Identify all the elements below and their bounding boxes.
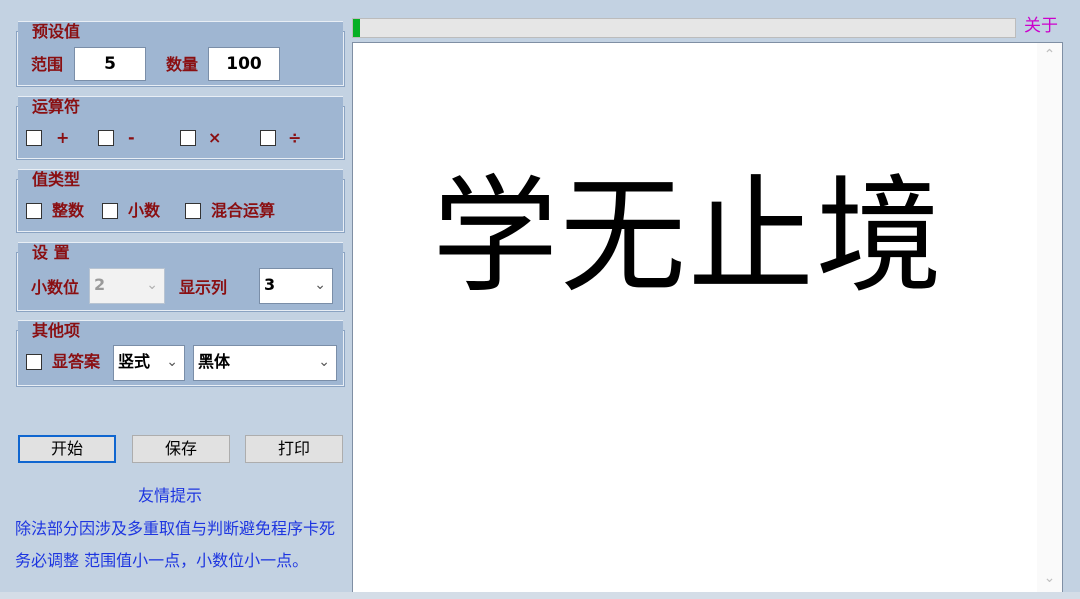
mixed-label: 混合运算: [211, 201, 276, 220]
show-answer-checkbox[interactable]: [26, 354, 42, 370]
chevron-down-icon: ⌄: [166, 354, 178, 370]
vertical-scrollbar[interactable]: ⌃ ⌄: [1037, 43, 1062, 592]
settings-group-title: 设 置: [28, 243, 74, 263]
integer-label: 整数: [52, 201, 85, 220]
range-input[interactable]: 5: [74, 47, 146, 81]
chevron-down-icon: ⌄: [146, 277, 158, 293]
presets-group-title: 预设值: [28, 22, 85, 42]
operator-plus-label: +: [56, 128, 70, 147]
operator-multiply-checkbox[interactable]: [180, 130, 196, 146]
chevron-down-icon: ⌄: [318, 354, 330, 370]
output-slogan: 学无止境: [432, 163, 944, 310]
range-label: 范围: [31, 55, 64, 74]
decimals-label: 小数位: [31, 278, 80, 297]
operator-minus-label: -: [128, 128, 135, 147]
scroll-up-arrow-icon[interactable]: ⌃: [1037, 47, 1062, 63]
print-button[interactable]: 打印: [245, 435, 343, 463]
save-button[interactable]: 保存: [132, 435, 230, 463]
chevron-down-icon: ⌄: [314, 277, 326, 293]
operator-multiply-label: ×: [208, 128, 222, 147]
progress-fill: [353, 19, 360, 37]
operator-plus-checkbox[interactable]: [26, 130, 42, 146]
decimal-checkbox[interactable]: [102, 203, 118, 219]
other-options-group-title: 其他项: [28, 321, 85, 341]
about-link[interactable]: 关于: [1024, 15, 1058, 37]
tips-title: 友情提示: [137, 486, 202, 505]
decimal-label: 小数: [128, 201, 161, 220]
font-select[interactable]: 黑体 ⌄: [193, 345, 337, 381]
font-value: 黑体: [198, 352, 231, 371]
layout-value: 竖式: [118, 352, 151, 371]
columns-select[interactable]: 3 ⌄: [259, 268, 333, 304]
count-label: 数量: [166, 55, 199, 74]
operator-divide-label: ÷: [288, 128, 302, 147]
operator-divide-checkbox[interactable]: [260, 130, 276, 146]
columns-label: 显示列: [179, 278, 228, 297]
value-type-group: 值类型 整数 小数 混合运算: [17, 169, 344, 232]
tips-line-2: 务必调整 范围值小一点，小数位小一点。: [15, 551, 309, 570]
integer-checkbox[interactable]: [26, 203, 42, 219]
presets-group: 预设值 范围 5 数量 100: [17, 21, 344, 86]
columns-value: 3: [264, 275, 276, 294]
start-button[interactable]: 开始: [18, 435, 116, 463]
show-answer-label: 显答案: [52, 352, 101, 371]
operators-group: 运算符 + - × ÷: [17, 96, 344, 159]
decimals-value: 2: [94, 275, 106, 294]
count-input[interactable]: 100: [208, 47, 280, 81]
settings-group: 设 置 小数位 2 ⌄ 显示列 3 ⌄: [17, 242, 344, 311]
mixed-checkbox[interactable]: [185, 203, 201, 219]
value-type-group-title: 值类型: [28, 170, 85, 190]
output-textarea[interactable]: ⌃ ⌄: [352, 42, 1063, 593]
scroll-down-arrow-icon[interactable]: ⌄: [1037, 570, 1062, 586]
decimals-select[interactable]: 2 ⌄: [89, 268, 165, 304]
operators-group-title: 运算符: [28, 97, 85, 117]
tips-line-1: 除法部分因涉及多重取值与判断避免程序卡死: [15, 519, 336, 538]
other-options-group: 其他项 显答案 竖式 ⌄ 黑体 ⌄: [17, 320, 344, 386]
progress-bar: [352, 18, 1016, 38]
operator-minus-checkbox[interactable]: [98, 130, 114, 146]
layout-select[interactable]: 竖式 ⌄: [113, 345, 185, 381]
main-window: 预设值 范围 5 数量 100 运算符 + - × ÷ 值类型 整数 小数 混合…: [0, 0, 1080, 599]
